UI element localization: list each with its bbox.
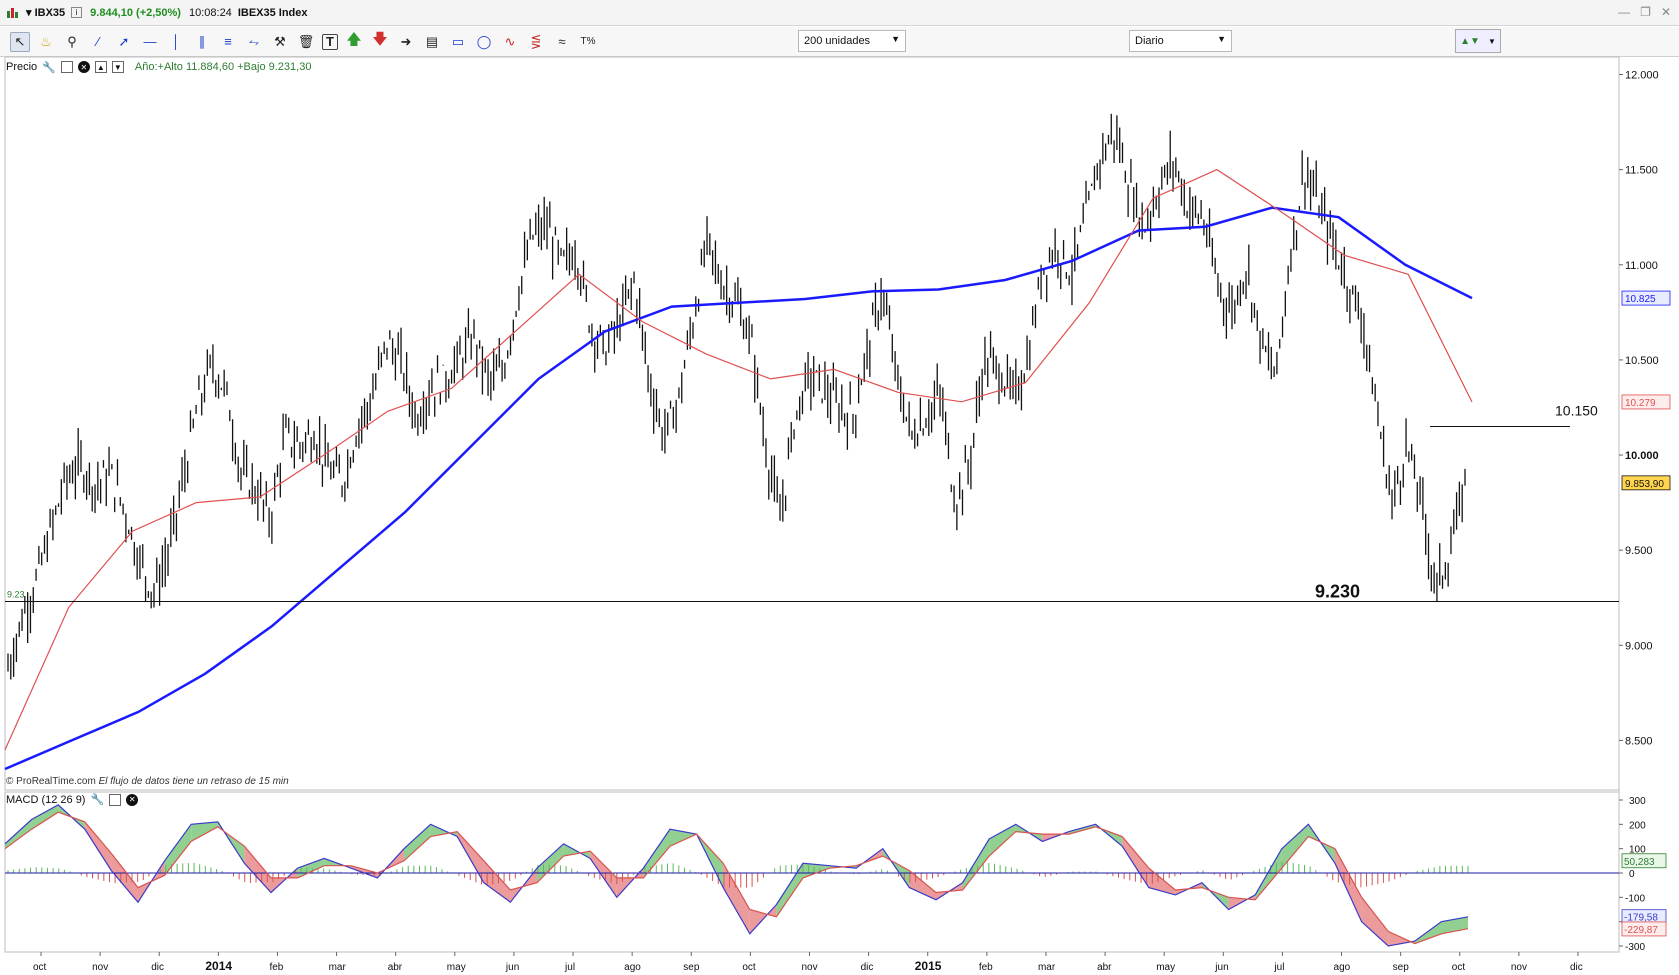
x-axis-ticks: oct nov dic 2014 feb mar abr may jun jul ago sep oct… (33, 952, 1583, 973)
macd-tick-label: 0 (1629, 869, 1635, 880)
price-tick-label: 9.000 (1625, 640, 1653, 652)
x-tick-label: oct (742, 962, 756, 973)
macd-fill-segment (164, 824, 192, 876)
x-tick-label: ago (1334, 962, 1351, 973)
x-tick-label: sep (683, 962, 700, 973)
value-tag-label: 9.853,90 (1625, 479, 1664, 490)
x-tick-label: nov (1511, 962, 1527, 973)
x-tick-label: sep (1393, 962, 1410, 973)
macd-tag-label: -229,87 (1624, 925, 1658, 936)
macd-label: MACD (12 26 9) (6, 793, 86, 806)
x-tick-label: jul (564, 962, 575, 973)
x-tick-label: jul (1273, 962, 1284, 973)
x-tick-label: nov (802, 962, 818, 973)
signal-line (4, 811, 1469, 945)
support-tag: 9.23 (7, 590, 25, 600)
x-tick-label: may (1156, 962, 1175, 973)
x-tick-label: oct (1452, 962, 1466, 973)
macd-fill-segment (1335, 848, 1362, 922)
price-tick-label: 10.000 (1625, 450, 1659, 462)
x-tick-label: dic (151, 962, 164, 973)
macd-fill-segment (1281, 824, 1309, 869)
value-tag-label: 10.825 (1625, 294, 1656, 305)
x-tick-label: jun (1214, 962, 1228, 973)
macd-tick-label: -300 (1625, 942, 1645, 953)
data-credit: © ProRealTime.com El flujo de datos tien… (6, 776, 289, 787)
macd-fill-segment (989, 824, 1016, 856)
macd-fill-segment (1361, 897, 1389, 946)
price-tick-label: 11.500 (1625, 165, 1658, 177)
macd-fill-segment (723, 863, 750, 934)
x-tick-label: ago (624, 962, 641, 973)
x-tick-label: nov (92, 962, 108, 973)
x-tick-label: mar (1038, 962, 1056, 973)
price-tick-label: 8.500 (1625, 735, 1653, 747)
credit-source: © ProRealTime.com (6, 776, 96, 787)
macd-fill-segment (191, 821, 218, 842)
resistance-level-label: 10.150 (1555, 403, 1598, 419)
value-tag-label: 10.279 (1625, 398, 1656, 409)
support-level-label: 9.230 (1315, 582, 1360, 602)
x-tick-label: 2014 (205, 959, 232, 973)
x-tick-label: feb (269, 962, 283, 973)
x-tick-label: abr (388, 962, 403, 973)
ma-short-line (4, 168, 1473, 751)
window-icon[interactable] (109, 793, 122, 806)
macd-fill-segment (483, 860, 511, 903)
price-tick-label: 11.000 (1625, 260, 1658, 272)
x-tick-label: dic (861, 962, 874, 973)
x-tick-label: jun (505, 962, 519, 973)
x-tick-label: 2015 (915, 959, 942, 973)
x-tick-label: oct (33, 962, 47, 973)
close-circle-icon[interactable]: ✕ (126, 793, 139, 806)
x-tick-label: feb (979, 962, 993, 973)
x-tick-label: abr (1097, 962, 1112, 973)
credit-delay: El flujo de datos tiene un retraso de 15… (98, 776, 289, 787)
x-tick-label: mar (329, 962, 347, 973)
macd-header: MACD (12 26 9) 🔧 ✕ (6, 793, 139, 806)
price-tick-label: 9.500 (1625, 545, 1653, 557)
price-chart[interactable]: 8.500 9.000 9.500 10.000 10.500 11.000 11.500 1… (0, 0, 1679, 975)
macd-line (4, 804, 1469, 947)
macd-tick-label: 300 (1629, 796, 1646, 807)
x-tick-label: dic (1570, 962, 1583, 973)
x-tick-label: may (447, 962, 466, 973)
price-bars (7, 113, 1466, 680)
macd-fill-segment (84, 821, 112, 871)
wrench-icon[interactable]: 🔧 (90, 793, 104, 806)
price-tick-label: 12.000 (1625, 70, 1659, 82)
price-plot-frame (4, 56, 1620, 791)
macd-tick-label: 200 (1629, 820, 1646, 831)
macd-fill (5, 804, 1469, 946)
macd-fill-segment (244, 846, 271, 893)
price-tick-label: 10.500 (1625, 355, 1659, 367)
macd-tag-label: 50,283 (1624, 857, 1655, 868)
macd-tick-label: -100 (1625, 893, 1645, 904)
macd-fill-segment (404, 824, 431, 861)
macd-fill-segment (537, 843, 564, 883)
